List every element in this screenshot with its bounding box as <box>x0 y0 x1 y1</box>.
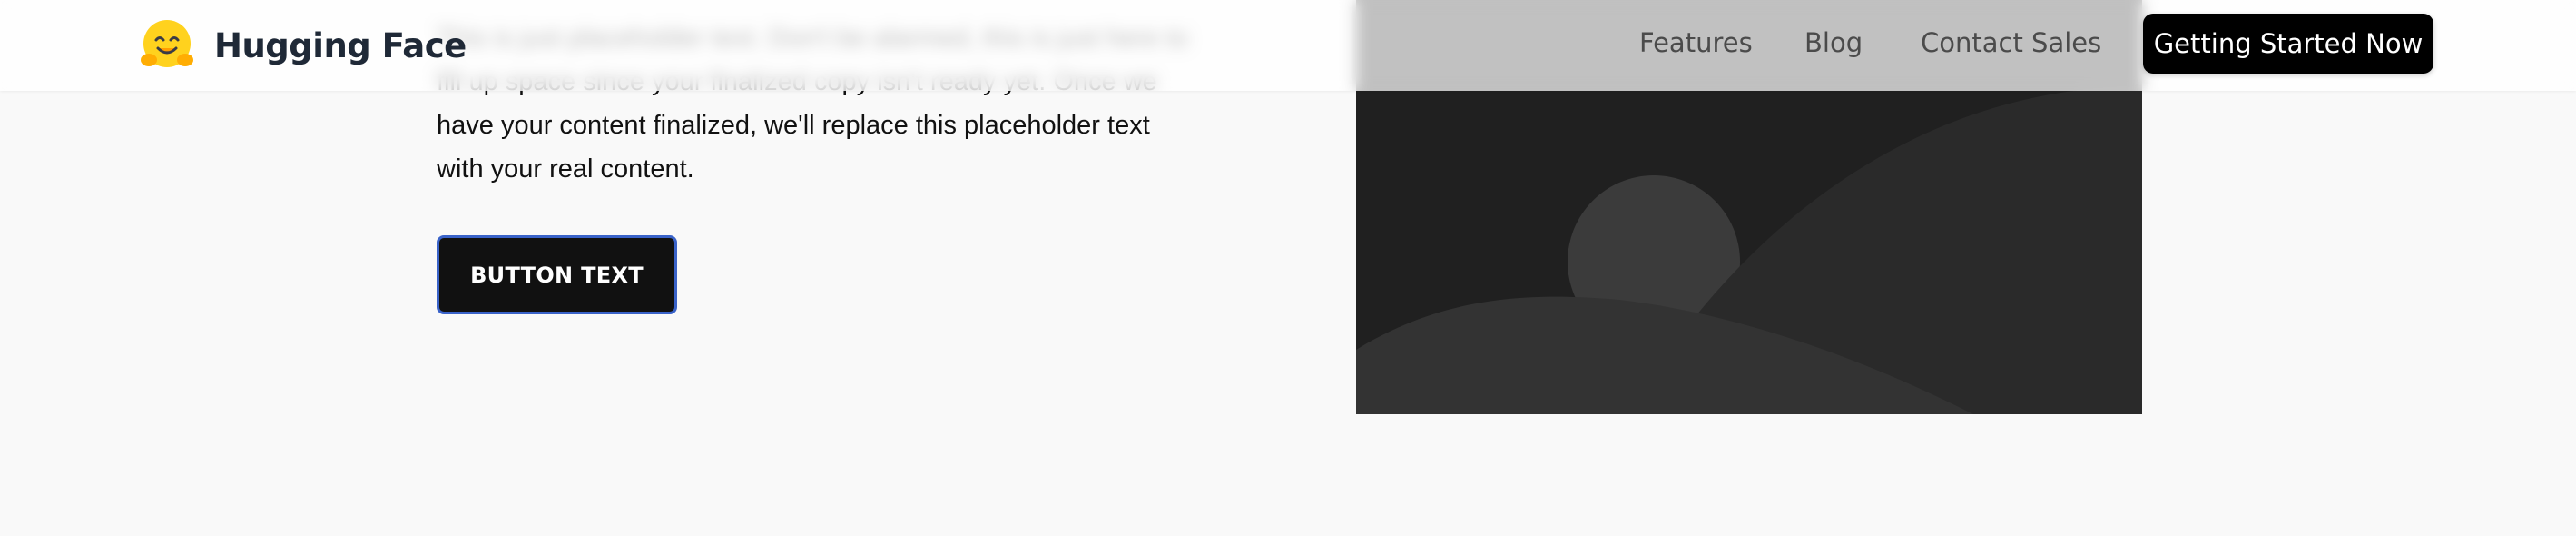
page: This is just placeholder text. Don't be … <box>0 0 2576 536</box>
nav-blog[interactable]: Blog <box>1804 27 1863 58</box>
hero-button[interactable]: BUTTON TEXT <box>437 235 677 314</box>
nav-features[interactable]: Features <box>1639 27 1753 58</box>
nav-contact-sales[interactable]: Contact Sales <box>1921 27 2101 58</box>
getting-started-button[interactable]: Getting Started Now <box>2143 14 2433 74</box>
site-header: Hugging Face Features Blog Contact Sales… <box>0 0 2576 91</box>
